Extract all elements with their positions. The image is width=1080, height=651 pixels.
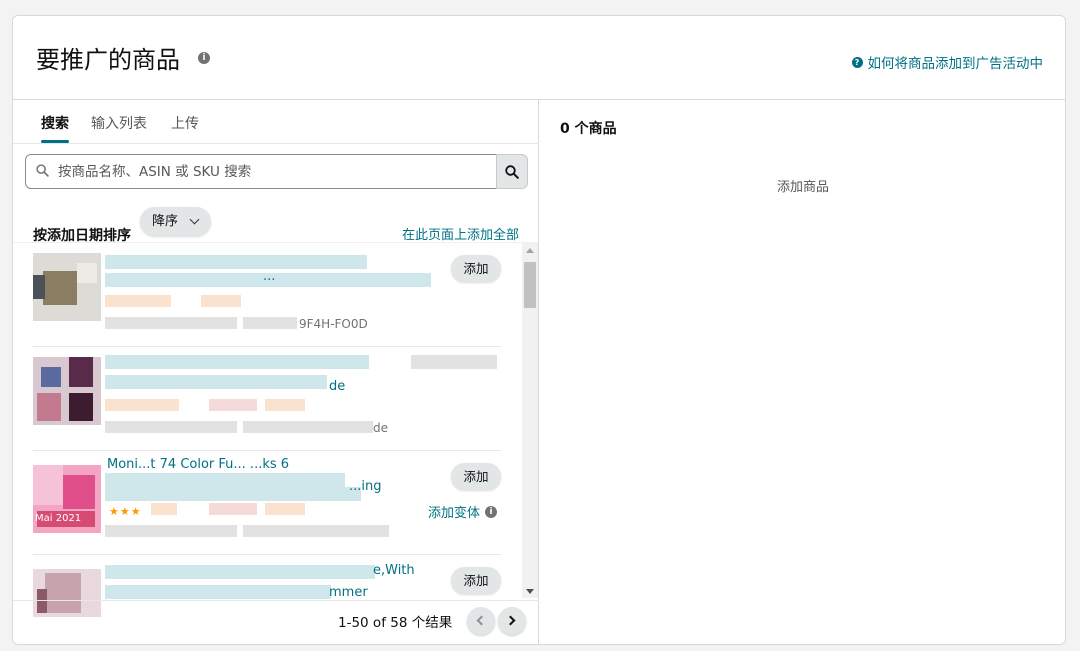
sort-order-value: 降序 [152, 214, 179, 229]
tab-bar: 搜索 输入列表 上传 [13, 100, 539, 144]
search-icon [36, 164, 49, 177]
tab-search[interactable]: 搜索 [41, 113, 69, 133]
page-title: 要推广的商品 [36, 46, 180, 74]
product-row: ... 9F4H-FO0D 添加 [33, 243, 501, 347]
product-row: Mai 2021 Moni...t 74 Color Fu... ...ks 6… [33, 451, 501, 555]
scroll-thumb[interactable] [524, 262, 536, 308]
results-count: 1-50 of 58 个结果 [338, 615, 453, 631]
info-icon[interactable]: i [198, 52, 210, 64]
list-scrollbar[interactable] [522, 243, 538, 598]
selected-products-panel: 0 个商品 添加商品 [539, 100, 1065, 644]
products-card: 要推广的商品 i ? 如何将商品添加到广告活动中 搜索 输入列表 上传 按商品名… [12, 15, 1066, 645]
previous-page-button[interactable] [467, 607, 495, 635]
product-title[interactable]: Moni...t 74 Color Fu... ...ks 6 [107, 457, 289, 472]
sort-order-dropdown[interactable]: 降序 [140, 207, 211, 236]
next-page-button[interactable] [498, 607, 526, 635]
product-title[interactable]: ... [263, 269, 275, 284]
chevron-down-icon [189, 214, 200, 225]
search-bar [25, 154, 528, 189]
product-thumbnail [33, 253, 101, 321]
product-title[interactable]: de [329, 379, 345, 394]
product-thumbnail: Mai 2021 [33, 465, 101, 533]
add-all-on-page-link[interactable]: 在此页面上添加全部 [402, 224, 519, 243]
search-input[interactable] [25, 154, 498, 189]
search-icon [505, 165, 519, 179]
thumbnail-caption: Mai 2021 [35, 513, 82, 524]
rating-stars: ★★★ [109, 505, 142, 518]
product-title[interactable]: e,With [373, 563, 415, 578]
help-link[interactable]: ? 如何将商品添加到广告活动中 [851, 52, 1044, 72]
product-sku: de [373, 421, 388, 435]
product-thumbnail [33, 357, 101, 425]
add-variations-link[interactable]: 添加变体 i [428, 502, 497, 521]
scroll-down-arrow-icon[interactable] [526, 589, 534, 594]
search-button[interactable] [496, 154, 528, 189]
empty-state-text: 添加商品 [776, 180, 829, 195]
chevron-left-icon [476, 615, 487, 626]
scroll-up-arrow-icon[interactable] [526, 248, 534, 253]
active-tab-indicator [41, 140, 69, 143]
question-icon: ? [851, 56, 863, 68]
add-button[interactable]: 添加 [451, 255, 501, 282]
product-title-line2[interactable]: mmer [329, 585, 368, 600]
add-button[interactable]: 添加 [451, 567, 501, 594]
product-list: ... 9F4H-FO0D 添加 de de Mai 2021 Moni...t… [13, 242, 539, 617]
product-title-line2[interactable]: ...ing [349, 479, 382, 494]
search-panel: 搜索 输入列表 上传 按添加日期排序 降序 在此页面上添加全部 [13, 100, 539, 644]
product-sku: 9F4H-FO0D [299, 317, 368, 331]
card-header: 要推广的商品 i ? 如何将商品添加到广告活动中 [13, 16, 1065, 100]
tab-enter-list[interactable]: 输入列表 [91, 113, 147, 133]
info-icon[interactable]: i [485, 505, 497, 518]
help-link-label: 如何将商品添加到广告活动中 [867, 56, 1044, 72]
chevron-right-icon [505, 615, 516, 626]
add-button[interactable]: 添加 [451, 463, 501, 490]
add-variations-label: 添加变体 [427, 506, 480, 521]
selected-count: 0 个商品 [560, 121, 617, 137]
pagination-footer: 1-50 of 58 个结果 [13, 600, 539, 644]
product-row: de de [33, 347, 501, 451]
tab-upload[interactable]: 上传 [171, 113, 199, 133]
